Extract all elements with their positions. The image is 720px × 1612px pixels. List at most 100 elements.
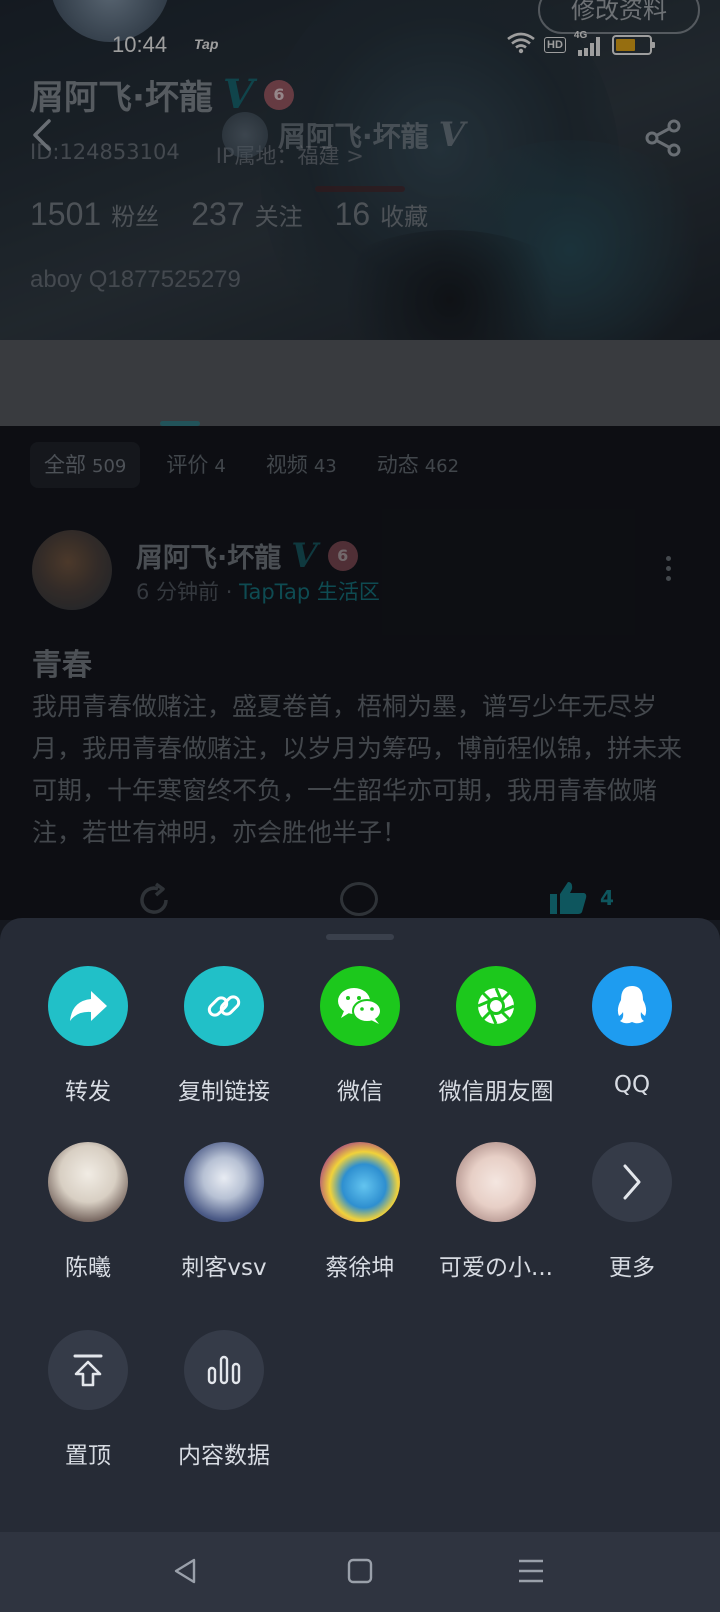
filter-moments-label: 动态	[376, 453, 419, 477]
friend-name: 蔡徐坤	[325, 1255, 395, 1281]
signal-icon: 4G	[574, 30, 604, 56]
friend-avatar	[456, 1142, 536, 1222]
friend-item[interactable]: 陈曦	[20, 1142, 156, 1282]
header-avatar	[222, 112, 268, 158]
level-badge: 6	[263, 79, 294, 110]
share-wechat[interactable]: 微信	[292, 966, 428, 1106]
share-qq[interactable]: QQ	[564, 966, 700, 1098]
content-data-button[interactable]: 内容数据	[156, 1330, 292, 1470]
filter-moments-count: 462	[424, 456, 460, 477]
friend-name: 陈曦	[65, 1255, 111, 1281]
share-qq-label: QQ	[613, 1072, 651, 1098]
share-forward[interactable]: 转发	[20, 966, 156, 1106]
wifi-icon	[506, 32, 536, 58]
share-targets-row: 转发 复制链接 微信 微信朋友圈 QQ	[0, 966, 720, 1136]
more-options-icon[interactable]	[666, 556, 671, 581]
share-wechat-moments[interactable]: 微信朋友圈	[428, 966, 564, 1106]
profile-tabs-band	[0, 340, 720, 426]
comment-icon[interactable]	[340, 882, 378, 916]
tab-indicator	[160, 421, 200, 426]
hd-indicator: HD	[544, 37, 566, 53]
pin-to-top-label: 置顶	[65, 1443, 111, 1469]
filter-videos[interactable]: 视频 43	[252, 442, 351, 488]
share-actions-row: 置顶 内容数据	[0, 1330, 720, 1500]
post-meta: 6 分钟前 · TapTap 生活区	[136, 576, 380, 606]
post-actions: 4	[0, 880, 720, 920]
filter-moments[interactable]: 动态 462	[363, 442, 473, 488]
link-icon	[184, 966, 264, 1046]
square-home-icon[interactable]	[345, 1556, 375, 1590]
post-author-row: 屑阿飞·坏龍 V 6	[136, 536, 358, 575]
post-title: 青春	[32, 648, 92, 683]
filter-all-count: 509	[92, 456, 127, 477]
moments-icon	[456, 966, 536, 1046]
thumbs-up-icon	[550, 882, 587, 914]
post-meta-separator: ·	[225, 580, 233, 604]
filter-reviews-label: 评价	[166, 453, 209, 477]
post-verified-badge: V	[291, 535, 318, 576]
sheet-drag-handle[interactable]	[326, 934, 394, 940]
followers-label[interactable]: 粉丝	[111, 197, 159, 232]
share-copy-link-label: 复制链接	[178, 1079, 270, 1105]
pin-to-top-button[interactable]: 置顶	[20, 1330, 156, 1470]
share-wechat-moments-label: 微信朋友圈	[438, 1079, 554, 1105]
filter-all-label: 全部	[44, 453, 86, 477]
verified-badge: V	[222, 70, 254, 118]
friend-avatar	[184, 1142, 264, 1222]
friend-item[interactable]: 刺客vsv	[156, 1142, 292, 1282]
favorites-count[interactable]: 16	[335, 196, 371, 233]
post-author-name[interactable]: 屑阿飞·坏龍	[136, 536, 281, 575]
profile-stats: 1501 粉丝 237 关注 16 收藏	[30, 196, 460, 233]
status-time: 10:44	[112, 32, 168, 57]
battery-icon	[611, 35, 655, 55]
status-bar: 10:44 Tap HD 4G	[0, 28, 720, 64]
qq-icon	[592, 966, 672, 1046]
friend-name: 可爱の小...	[439, 1255, 553, 1281]
share-friends-row: 陈曦 刺客vsv 蔡徐坤 可爱の小... 更多	[0, 1142, 720, 1312]
filter-all[interactable]: 全部 509	[30, 442, 141, 488]
header-title: 屑阿飞·坏龍 V	[222, 112, 465, 158]
menu-icon[interactable]	[516, 1556, 546, 1590]
post-time: 6 分钟前	[136, 580, 220, 604]
triangle-back-icon[interactable]	[170, 1556, 200, 1590]
following-label[interactable]: 关注	[255, 197, 303, 232]
following-count[interactable]: 237	[191, 196, 244, 233]
like-button[interactable]: 4	[548, 880, 614, 916]
filter-reviews[interactable]: 评价 4	[152, 442, 239, 488]
system-navigation-bar	[0, 1532, 720, 1612]
friend-name: 刺客vsv	[181, 1255, 267, 1281]
more-friends-label: 更多	[609, 1255, 655, 1281]
filter-videos-count: 43	[313, 456, 337, 477]
post-body: 我用青春做赌注，盛夏卷首，梧桐为墨，谱写少年无尽岁月，我用青春做赌注，以岁月为筹…	[32, 692, 683, 847]
share-sheet: 转发 复制链接 微信 微信朋友圈 QQ 陈曦 刺客vsv 蔡徐坤 可爱の小...…	[0, 918, 720, 1532]
share-wechat-label: 微信	[337, 1079, 383, 1105]
profile-bio: aboy Q1877525279	[30, 266, 241, 293]
post-author-avatar[interactable]	[32, 530, 112, 610]
header-title-text: 屑阿飞·坏龍	[278, 120, 429, 153]
app-tag: Tap	[194, 36, 219, 52]
profile-name: 屑阿飞·坏龍	[30, 78, 213, 118]
favorites-label[interactable]: 收藏	[380, 197, 428, 232]
chevron-left-icon[interactable]	[30, 118, 54, 156]
content-data-label: 内容数据	[178, 1443, 270, 1469]
more-friends-button[interactable]: 更多	[564, 1142, 700, 1282]
filter-videos-label: 视频	[265, 453, 308, 477]
bar-chart-icon	[184, 1330, 264, 1410]
post-zone-link[interactable]: TapTap 生活区	[239, 580, 380, 604]
share-forward-label: 转发	[65, 1079, 111, 1105]
friend-item[interactable]: 蔡徐坤	[292, 1142, 428, 1282]
filter-reviews-count: 4	[214, 456, 226, 477]
friend-item[interactable]: 可爱の小...	[428, 1142, 564, 1282]
content-filters: 全部 509 评价 4 视频 43 动态 462	[30, 442, 473, 488]
post-level-badge: 6	[327, 540, 358, 571]
followers-count[interactable]: 1501	[30, 196, 101, 233]
friend-avatar	[320, 1142, 400, 1222]
pin-top-icon	[48, 1330, 128, 1410]
friend-avatar	[48, 1142, 128, 1222]
header-verified-badge: V	[438, 115, 466, 155]
share-copy-link[interactable]: 复制链接	[156, 966, 292, 1106]
like-count: 4	[600, 886, 614, 910]
share-icon[interactable]	[644, 118, 684, 162]
forward-icon	[48, 966, 128, 1046]
wechat-icon	[320, 966, 400, 1046]
